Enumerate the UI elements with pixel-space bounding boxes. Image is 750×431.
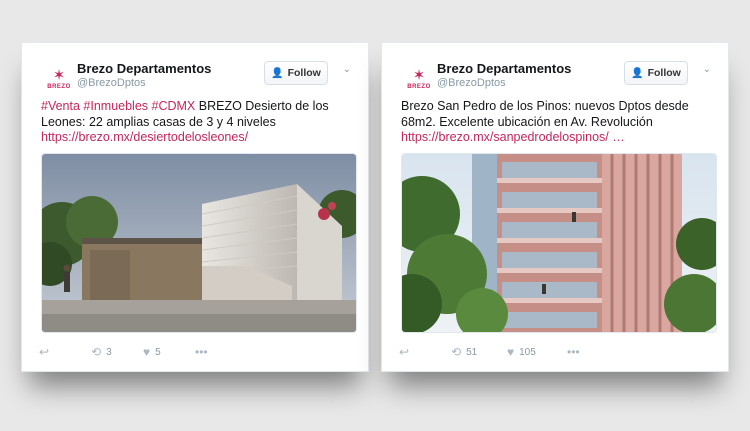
more-button[interactable]: •••: [195, 345, 208, 359]
heart-icon: ♥: [507, 345, 515, 359]
add-person-icon: 👤: [631, 67, 644, 79]
more-icon: •••: [195, 345, 208, 359]
follow-button[interactable]: 👤 Follow: [264, 61, 328, 85]
avatar[interactable]: ✶ BREZO: [401, 61, 437, 97]
author-name[interactable]: Brezo Departamentos: [437, 61, 571, 76]
follow-label: Follow: [647, 67, 681, 79]
reply-icon: ↩: [399, 345, 410, 359]
follow-button[interactable]: 👤 Follow: [624, 61, 688, 85]
author-name[interactable]: Brezo Departamentos: [77, 61, 211, 76]
chevron-down-icon[interactable]: ⌄: [343, 64, 351, 75]
retweet-count: 51: [466, 346, 478, 358]
modern-house-render[interactable]: [41, 153, 357, 333]
tweet-card-2: ✶ BREZO Brezo Departamentos @BrezoDptos …: [381, 42, 729, 372]
house-image: [42, 154, 356, 332]
tweet-link[interactable]: https://brezo.mx/desiertodelosleones/: [41, 130, 356, 146]
tweet-header: ✶ BREZO Brezo Departamentos @BrezoDptos …: [401, 61, 716, 101]
more-button[interactable]: •••: [567, 345, 580, 359]
brezo-logo-icon: ✶: [412, 66, 426, 84]
retweet-icon: ⟲: [91, 345, 102, 359]
tweet-header: ✶ BREZO Brezo Departamentos @BrezoDptos …: [41, 61, 356, 101]
like-button[interactable]: ♥ 105: [507, 345, 536, 359]
tweet-actions: ↩ ⟲ 51 ♥ 105 •••: [399, 345, 716, 361]
author-handle[interactable]: @BrezoDptos: [437, 77, 506, 89]
heart-icon: ♥: [143, 345, 151, 359]
retweet-count: 3: [106, 346, 112, 358]
chevron-down-icon[interactable]: ⌄: [703, 64, 711, 75]
retweet-button[interactable]: ⟲ 3: [91, 345, 112, 359]
tweet-actions: ↩ ⟲ 3 ♥ 5 •••: [39, 345, 356, 361]
building-image: [402, 154, 716, 332]
tweet-body: Brezo San Pedro de los Pinos: nuevos Dpt…: [401, 99, 689, 129]
avatar-brand: BREZO: [47, 83, 71, 90]
author-handle[interactable]: @BrezoDptos: [77, 77, 146, 89]
follow-label: Follow: [287, 67, 321, 79]
retweet-button[interactable]: ⟲ 51: [451, 345, 477, 359]
tweet-text: Brezo San Pedro de los Pinos: nuevos Dpt…: [401, 99, 716, 146]
brezo-logo-icon: ✶: [52, 66, 66, 84]
avatar-brand: BREZO: [407, 83, 431, 90]
apartment-building-render[interactable]: [401, 153, 717, 333]
more-icon: •••: [567, 345, 580, 359]
like-button[interactable]: ♥ 5: [143, 345, 161, 359]
reply-button[interactable]: ↩: [39, 345, 49, 359]
tweet-card-1: ✶ BREZO Brezo Departamentos @BrezoDptos …: [21, 42, 369, 372]
retweet-icon: ⟲: [451, 345, 462, 359]
reply-icon: ↩: [39, 345, 50, 359]
like-count: 105: [519, 346, 536, 358]
add-person-icon: 👤: [271, 67, 284, 79]
tweet-link[interactable]: https://brezo.mx/sanpedrodelospinos/ …: [401, 130, 716, 146]
avatar[interactable]: ✶ BREZO: [41, 61, 77, 97]
hashtags[interactable]: #Venta #Inmuebles #CDMX: [41, 99, 195, 113]
reply-button[interactable]: ↩: [399, 345, 409, 359]
like-count: 5: [155, 346, 161, 358]
tweet-text: #Venta #Inmuebles #CDMX BREZO Desierto d…: [41, 99, 356, 146]
